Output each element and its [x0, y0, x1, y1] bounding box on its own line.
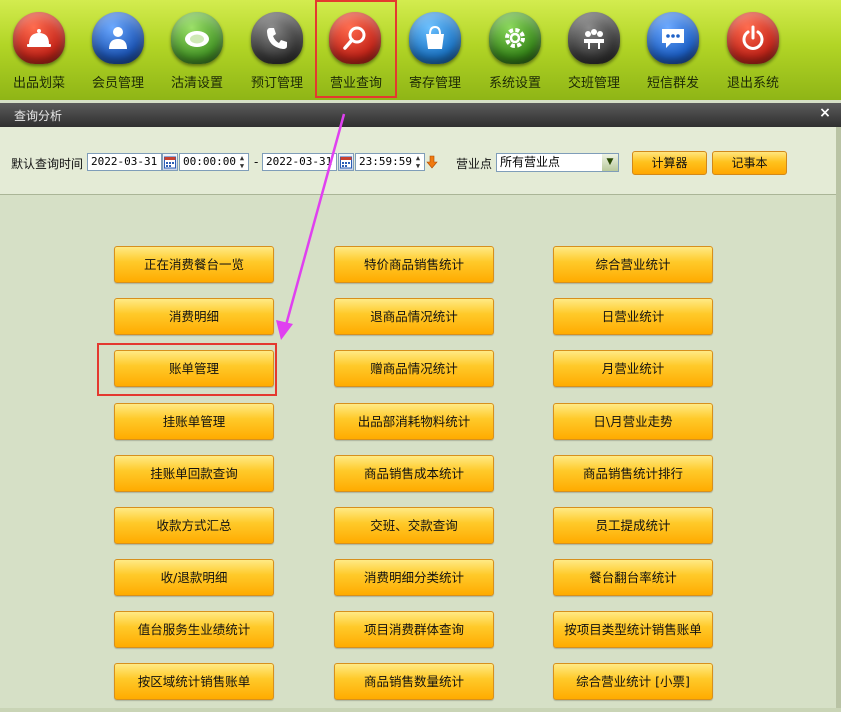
annotation-arrow: [276, 113, 346, 340]
window-edge: [0, 708, 841, 712]
window-edge: [836, 127, 841, 712]
